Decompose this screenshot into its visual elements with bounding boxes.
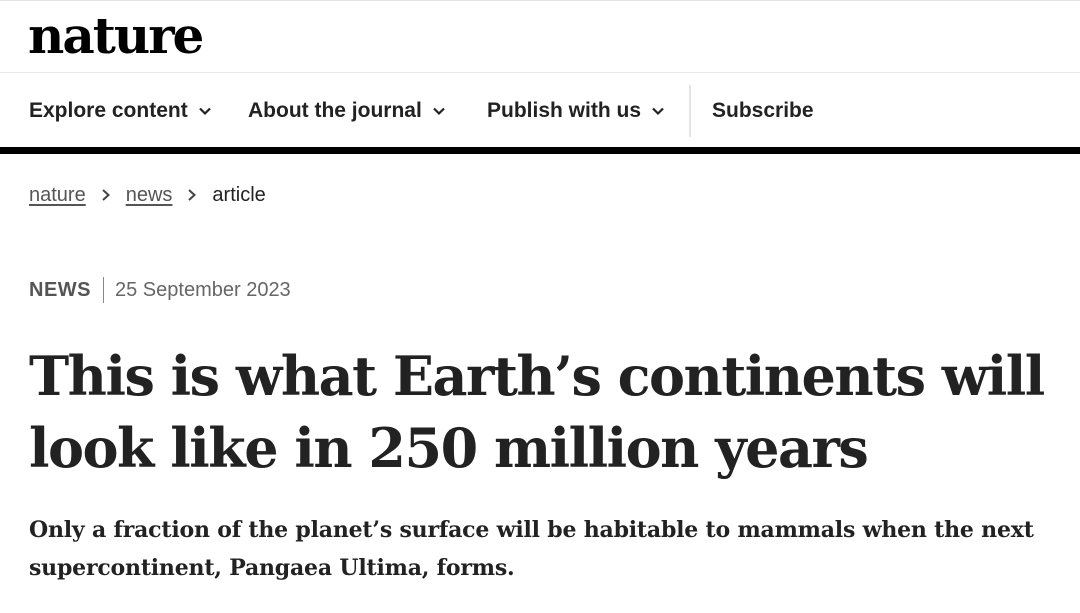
article-type-label[interactable]: NEWS: [29, 279, 91, 302]
article-meta: NEWS 25 September 2023: [29, 275, 291, 305]
nav-about-the-journal[interactable]: About the journal: [248, 73, 446, 148]
article-title: This is what Earth’s continents will loo…: [29, 344, 1045, 480]
chevron-down-icon: [433, 107, 445, 115]
nav-item-label: Subscribe: [712, 98, 814, 122]
breadcrumb-link-news[interactable]: news: [126, 184, 173, 207]
site-header: nature: [0, 0, 1080, 73]
header-rule: [0, 147, 1080, 154]
nature-logo[interactable]: nature: [28, 5, 204, 67]
nav-item-label: Publish with us: [487, 98, 642, 122]
main-navigation: Explore content About the journal Publis…: [0, 73, 1080, 148]
chevron-down-icon: [652, 107, 664, 115]
article-standfirst: Only a fraction of the planet’s surface …: [29, 517, 1034, 581]
chevron-down-icon: [198, 107, 211, 115]
nav-publish-with-us[interactable]: Publish with us: [487, 73, 665, 148]
breadcrumb-link-nature[interactable]: nature: [29, 184, 86, 207]
nav-explore-content[interactable]: Explore content: [29, 73, 212, 148]
meta-divider: [103, 277, 104, 303]
breadcrumb: nature news article: [29, 180, 266, 210]
chevron-right-icon: [188, 189, 197, 201]
chevron-right-icon: [102, 189, 110, 201]
nav-item-label: Explore content: [29, 98, 188, 122]
nav-subscribe[interactable]: Subscribe: [712, 73, 814, 148]
publication-date: 25 September 2023: [115, 278, 291, 301]
nav-divider: [689, 85, 691, 137]
breadcrumb-current: article: [212, 183, 266, 206]
nav-item-label: About the journal: [248, 98, 422, 122]
